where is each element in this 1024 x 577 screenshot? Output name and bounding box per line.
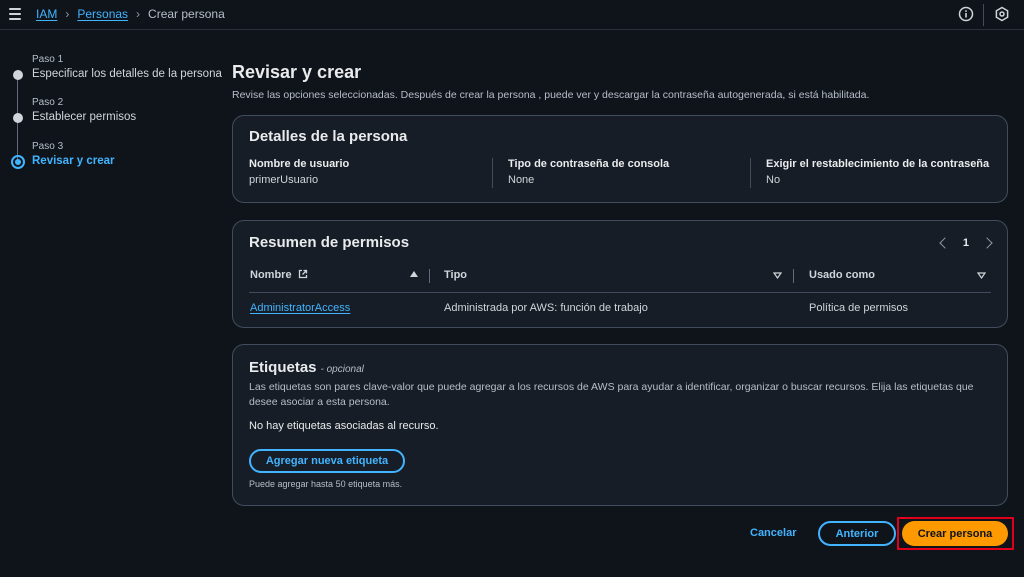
- menu-icon[interactable]: [9, 8, 21, 20]
- create-user-button[interactable]: Crear persona: [902, 521, 1008, 546]
- chevron-left-icon[interactable]: [939, 237, 951, 249]
- topbar-divider: [983, 4, 984, 26]
- username-field: Nombre de usuario primerUsuario: [249, 158, 349, 186]
- no-tags-message: No hay etiquetas asociadas al recurso.: [249, 420, 439, 432]
- field-label: Nombre de usuario: [249, 158, 350, 170]
- password-reset-field: Exigir el restablecimiento de la contras…: [766, 158, 989, 186]
- field-label: Tipo de contraseña de consola: [508, 158, 670, 170]
- step-indicator-icon: [13, 113, 23, 123]
- table-cell-policy-name: AdministratorAccess: [250, 302, 350, 314]
- step-title: Revisar y crear: [32, 155, 115, 167]
- step-number: Paso 2: [32, 97, 64, 108]
- policy-link[interactable]: AdministratorAccess: [250, 302, 350, 314]
- field-divider: [750, 158, 751, 188]
- permissions-card: Resumen de permisos 1 Nombre Tipo Usado …: [232, 220, 1008, 328]
- field-label: Exigir el restablecimiento de la contras…: [766, 158, 990, 170]
- tags-heading: Etiquetas - opcional: [249, 359, 364, 376]
- tags-card: Etiquetas - opcional Las etiquetas son pa…: [232, 344, 1008, 506]
- column-divider: [793, 269, 794, 283]
- tags-heading-label: Etiquetas: [249, 359, 317, 376]
- table-cell-used-as: Política de permisos: [809, 302, 909, 314]
- chevron-right-icon: ›: [65, 7, 70, 21]
- sort-icon[interactable]: [773, 272, 782, 279]
- details-heading: Detalles de la persona: [249, 128, 408, 145]
- step-number: Paso 3: [32, 141, 64, 152]
- field-divider: [492, 158, 493, 188]
- step-active-indicator-icon: [11, 155, 25, 169]
- table-header-divider: [249, 292, 991, 293]
- tags-limit-hint: Puede agregar hasta 50 etiqueta más.: [249, 479, 403, 489]
- chevron-right-icon: ›: [136, 7, 141, 21]
- page-title: Revisar y crear: [232, 62, 362, 82]
- breadcrumb: IAM › Personas › Crear persona: [36, 7, 225, 21]
- step-title[interactable]: Especificar los detalles de la persona: [32, 68, 222, 80]
- column-header-label: Nombre: [250, 269, 292, 281]
- column-header-tipo[interactable]: Tipo: [444, 269, 467, 281]
- permissions-heading: Resumen de permisos: [249, 234, 410, 251]
- sort-icon[interactable]: [977, 272, 986, 279]
- breadcrumb-personas-link[interactable]: Personas: [77, 7, 128, 21]
- field-value: primerUsuario: [249, 174, 319, 186]
- previous-button[interactable]: Anterior: [818, 521, 896, 546]
- tags-description: Las etiquetas son pares clave-valor que …: [249, 381, 974, 408]
- page-description: Revise las opciones seleccionadas. Despu…: [232, 89, 870, 101]
- table-cell-type: Administrada por AWS: función de trabajo: [444, 302, 648, 314]
- step-title[interactable]: Establecer permisos: [32, 111, 136, 123]
- chevron-right-icon[interactable]: [981, 237, 993, 249]
- sort-ascending-icon[interactable]: [410, 271, 418, 277]
- settings-icon[interactable]: [994, 6, 1010, 22]
- details-card: Detalles de la persona Nombre de usuario…: [232, 115, 1008, 203]
- breadcrumb-iam-link[interactable]: IAM: [36, 7, 57, 21]
- page-number[interactable]: 1: [963, 237, 969, 249]
- top-navigation-bar: IAM › Personas › Crear persona: [0, 0, 1024, 30]
- field-value: None: [508, 174, 535, 186]
- add-tag-button[interactable]: Agregar nueva etiqueta: [249, 449, 405, 473]
- column-header-usado-como[interactable]: Usado como: [809, 269, 875, 281]
- external-link-icon: [298, 269, 307, 279]
- column-divider: [429, 269, 430, 283]
- info-icon[interactable]: [958, 6, 974, 22]
- pagination: 1: [939, 237, 993, 249]
- optional-label: - opcional: [320, 364, 364, 375]
- cancel-button[interactable]: Cancelar: [750, 527, 796, 539]
- column-header-nombre[interactable]: Nombre: [250, 269, 308, 281]
- step-number: Paso 1: [32, 54, 64, 65]
- breadcrumb-current: Crear persona: [148, 7, 225, 21]
- field-value: No: [766, 174, 781, 186]
- password-type-field: Tipo de contraseña de consola None: [508, 158, 669, 186]
- step-indicator-icon: [13, 70, 23, 80]
